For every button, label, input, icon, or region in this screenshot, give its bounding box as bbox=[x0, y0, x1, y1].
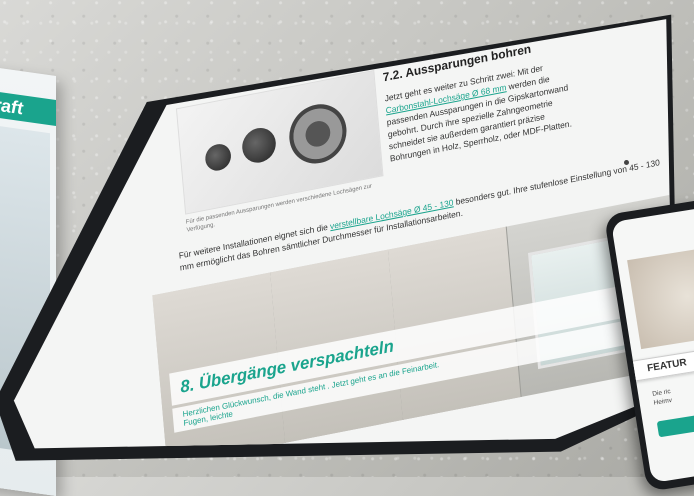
hole-saw bbox=[286, 99, 349, 169]
feature-tab[interactable]: FEATUR bbox=[630, 349, 694, 382]
tablet-device: wolfcraft Für die passenden Aussparungen… bbox=[0, 0, 694, 477]
hamburger-menu-icon[interactable] bbox=[152, 66, 172, 89]
drilled-disc bbox=[204, 141, 233, 173]
phone-text-line: Heimv bbox=[653, 396, 673, 407]
phone-text: Die ric Heimv bbox=[652, 387, 673, 408]
phone-product-image bbox=[627, 246, 694, 350]
drilled-disc bbox=[240, 125, 278, 166]
user-icon[interactable] bbox=[181, 59, 197, 77]
phone-button[interactable] bbox=[656, 412, 694, 438]
tablet-button bbox=[624, 160, 629, 165]
